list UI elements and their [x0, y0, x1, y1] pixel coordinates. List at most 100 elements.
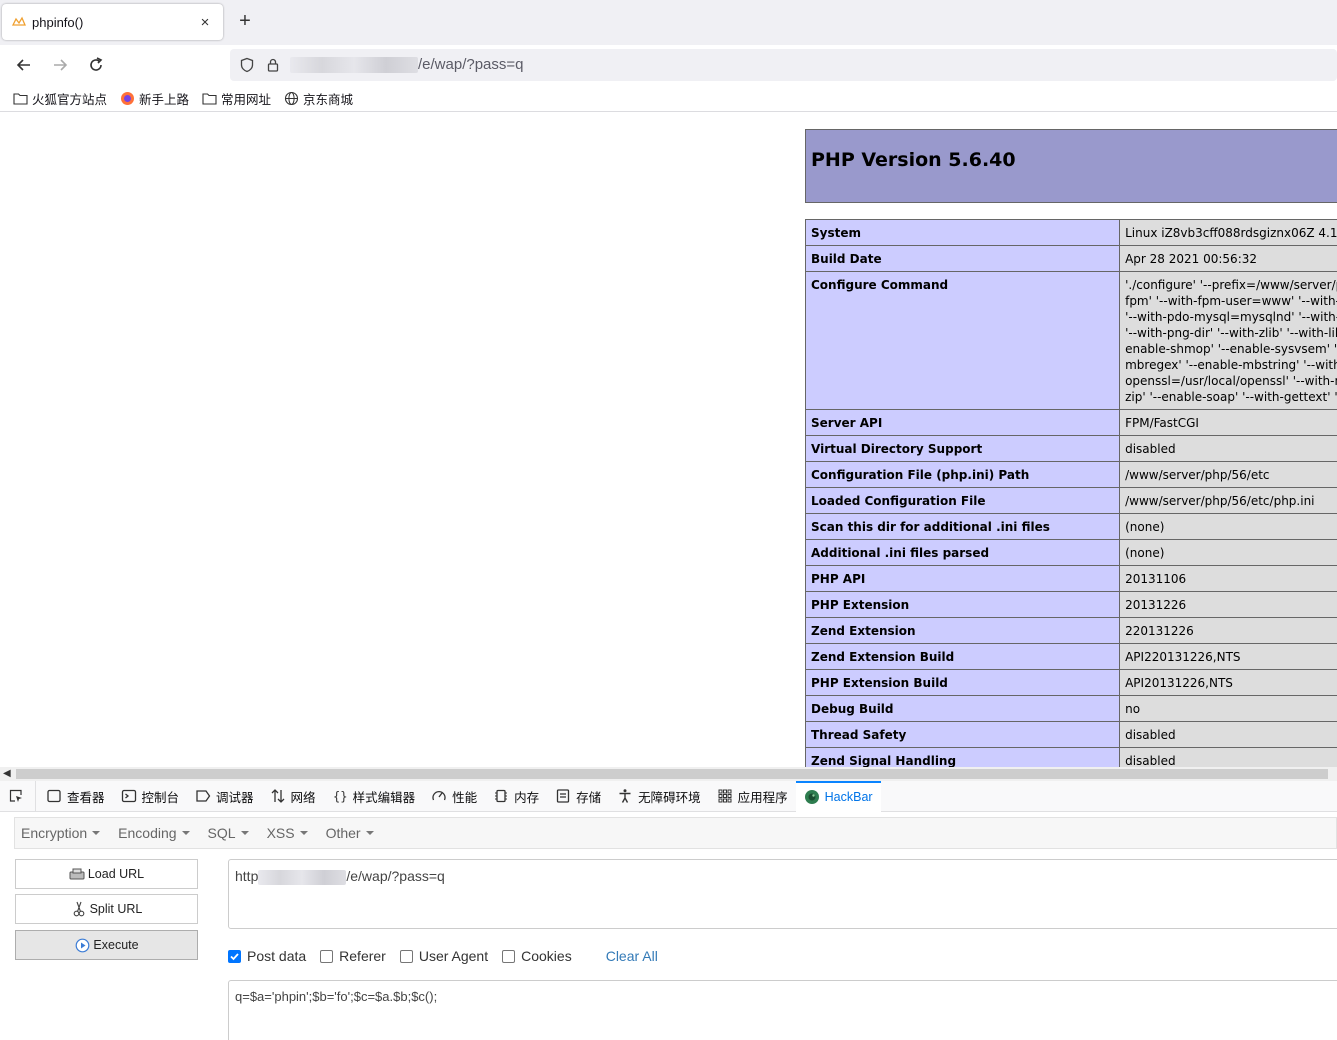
clear-all-link[interactable]: Clear All: [606, 948, 658, 964]
load-url-icon: [69, 866, 85, 882]
devtools-tab-performance[interactable]: 性能: [423, 781, 485, 812]
configure-command-line: '--with-pdo-mysql=mysqlnd' '--with-i: [1125, 310, 1337, 324]
devtools-tab-label: HackBar: [824, 790, 873, 804]
reload-icon: [90, 57, 103, 71]
bookmark-item[interactable]: 京东商城: [283, 89, 353, 108]
hackbar-menu-label: Encryption: [21, 825, 88, 841]
checkbox-referer[interactable]: Referer: [320, 948, 386, 964]
phpinfo-value: /www/server/php/56/etc: [1119, 461, 1337, 488]
hackbar-menu-sql[interactable]: SQL: [208, 825, 249, 841]
devtools-tab-storage[interactable]: 存储: [547, 781, 609, 812]
bookmark-label: 京东商城: [303, 92, 354, 107]
devtools-tab-hackbar[interactable]: HackBar: [795, 780, 881, 812]
close-tab-icon[interactable]: ×: [197, 14, 213, 31]
phpinfo-value: 220131226: [1119, 617, 1337, 644]
bookmark-item[interactable]: 新手上路: [119, 89, 189, 108]
lock-icon[interactable]: [264, 56, 282, 74]
phpinfo-key: Loaded Configuration File: [804, 487, 1121, 514]
devtools-tab-label: 性能: [452, 790, 478, 805]
checkbox-post-data[interactable]: Post data: [228, 948, 306, 964]
checkbox-cookies[interactable]: Cookies: [502, 948, 572, 964]
execute-button[interactable]: Execute: [15, 930, 198, 960]
checkbox-user-agent[interactable]: User Agent: [399, 948, 488, 964]
post-body-text: q=$a='phpin';$b='fo';$c=$a.$b;$c();: [235, 989, 438, 1004]
element-picker-icon: [8, 788, 24, 804]
phpinfo-key: PHP Extension Build: [804, 669, 1121, 696]
phpinfo-key: Additional .ini files parsed: [804, 539, 1121, 566]
devtools-tab-label: 控制台: [141, 790, 180, 805]
back-button[interactable]: [11, 53, 37, 77]
page-horizontal-scrollbar[interactable]: ◀: [0, 767, 1337, 781]
forward-button[interactable]: [47, 53, 73, 77]
phpinfo-row: Virtual Directory Support disabled: [804, 435, 1337, 462]
new-tab-button[interactable]: +: [234, 10, 256, 32]
hackbar-menu-other[interactable]: Other: [326, 825, 374, 841]
devtools-tab-label: 无障碍环境: [638, 790, 701, 805]
load-url-label: Load URL: [87, 867, 145, 881]
application-icon: [717, 788, 733, 804]
devtools-tab-style-editor[interactable]: {} 样式编辑器: [324, 781, 424, 812]
memory-icon: [493, 788, 509, 804]
console-icon: [121, 788, 137, 804]
url-suffix: /e/wap/?pass=q: [346, 868, 445, 884]
devtools-tab-network[interactable]: 网络: [262, 781, 324, 812]
hackbar-icon: [804, 789, 820, 805]
reload-button[interactable]: [83, 53, 109, 77]
checkbox-empty-icon[interactable]: [502, 949, 516, 963]
hackbar-url-textarea[interactable]: http/e/wap/?pass=q: [228, 859, 1337, 929]
devtools-tab-accessibility[interactable]: 无障碍环境: [609, 781, 709, 812]
page-content: PHP Version 5.6.40 System Linux iZ8vb3cff…: [0, 113, 1337, 767]
phpinfo-value: 20131226: [1119, 591, 1337, 618]
devtools-tab-label: 应用程序: [737, 790, 788, 805]
element-picker-button[interactable]: [0, 780, 36, 812]
devtools-tab-memory[interactable]: 内存: [485, 781, 547, 812]
php-version-header: PHP Version 5.6.40: [805, 129, 1337, 203]
checkbox-checked-icon[interactable]: [228, 949, 241, 963]
caret-down-icon: [181, 831, 190, 835]
phpinfo-value: 20131106: [1119, 565, 1337, 592]
hackbar-menu-encryption[interactable]: Encryption: [21, 825, 101, 841]
url-path: /e/wap/?pass=q: [418, 56, 524, 73]
phpinfo-value: disabled: [1119, 747, 1337, 767]
checkbox-empty-icon[interactable]: [320, 949, 334, 963]
address-bar[interactable]: /e/wap/?pass=q: [230, 49, 1337, 81]
hackbar-menu-encoding[interactable]: Encoding: [118, 825, 190, 841]
post-data-textarea[interactable]: q=$a='phpin';$b='fo';$c=$a.$b;$c();: [228, 980, 1337, 1040]
phpinfo-value: (none): [1119, 539, 1337, 566]
bookmark-label: 常用网址: [221, 92, 272, 107]
caret-down-icon: [92, 831, 101, 835]
phpinfo-key: Virtual Directory Support: [804, 435, 1121, 462]
phpinfo-value: (none): [1119, 513, 1337, 540]
phpinfo-row: Server API FPM/FastCGI: [804, 409, 1337, 436]
bookmark-item[interactable]: 常用网址: [201, 89, 271, 108]
caret-down-icon: [365, 831, 374, 835]
shield-icon[interactable]: [238, 56, 256, 74]
phpinfo-key: Server API: [804, 409, 1121, 436]
bookmark-item[interactable]: 火狐官方站点: [12, 89, 107, 108]
phpinfo-row: Debug Build no: [804, 695, 1337, 722]
devtools-tab-debugger[interactable]: 调试器: [187, 781, 262, 812]
checkbox-empty-icon[interactable]: [399, 949, 413, 963]
devtools-tab-label: 存储: [576, 790, 602, 805]
split-url-label: Split URL: [89, 902, 143, 916]
split-url-button[interactable]: Split URL: [15, 894, 198, 924]
load-url-button[interactable]: Load URL: [15, 859, 198, 889]
devtools-tab-application[interactable]: 应用程序: [709, 781, 796, 812]
caret-down-icon: [299, 831, 308, 835]
phpinfo-key: Configure Command: [804, 271, 1121, 410]
phpinfo-value: disabled: [1119, 721, 1337, 748]
phpinfo-value: no: [1119, 695, 1337, 722]
phpinfo-key: Configuration File (php.ini) Path: [804, 461, 1121, 488]
devtools-tab-inspector[interactable]: 查看器: [38, 781, 113, 812]
phpinfo-row: Configure Command './configure' '--prefix…: [804, 271, 1337, 410]
checkbox-label: Post data: [247, 948, 307, 964]
scissors-icon: [71, 901, 87, 917]
url-text[interactable]: /e/wap/?pass=q: [290, 56, 524, 74]
devtools-tab-console[interactable]: 控制台: [113, 781, 188, 812]
scroll-left-icon[interactable]: ◀: [3, 768, 11, 779]
browser-tab[interactable]: phpinfo() ×: [2, 4, 223, 40]
hackbar-menu-xss[interactable]: XSS: [267, 825, 308, 841]
scrollbar-thumb[interactable]: [16, 769, 1328, 779]
devtools-tab-label: 调试器: [216, 790, 254, 805]
phpinfo-row: Zend Extension Build API220131226,NTS: [804, 643, 1337, 670]
